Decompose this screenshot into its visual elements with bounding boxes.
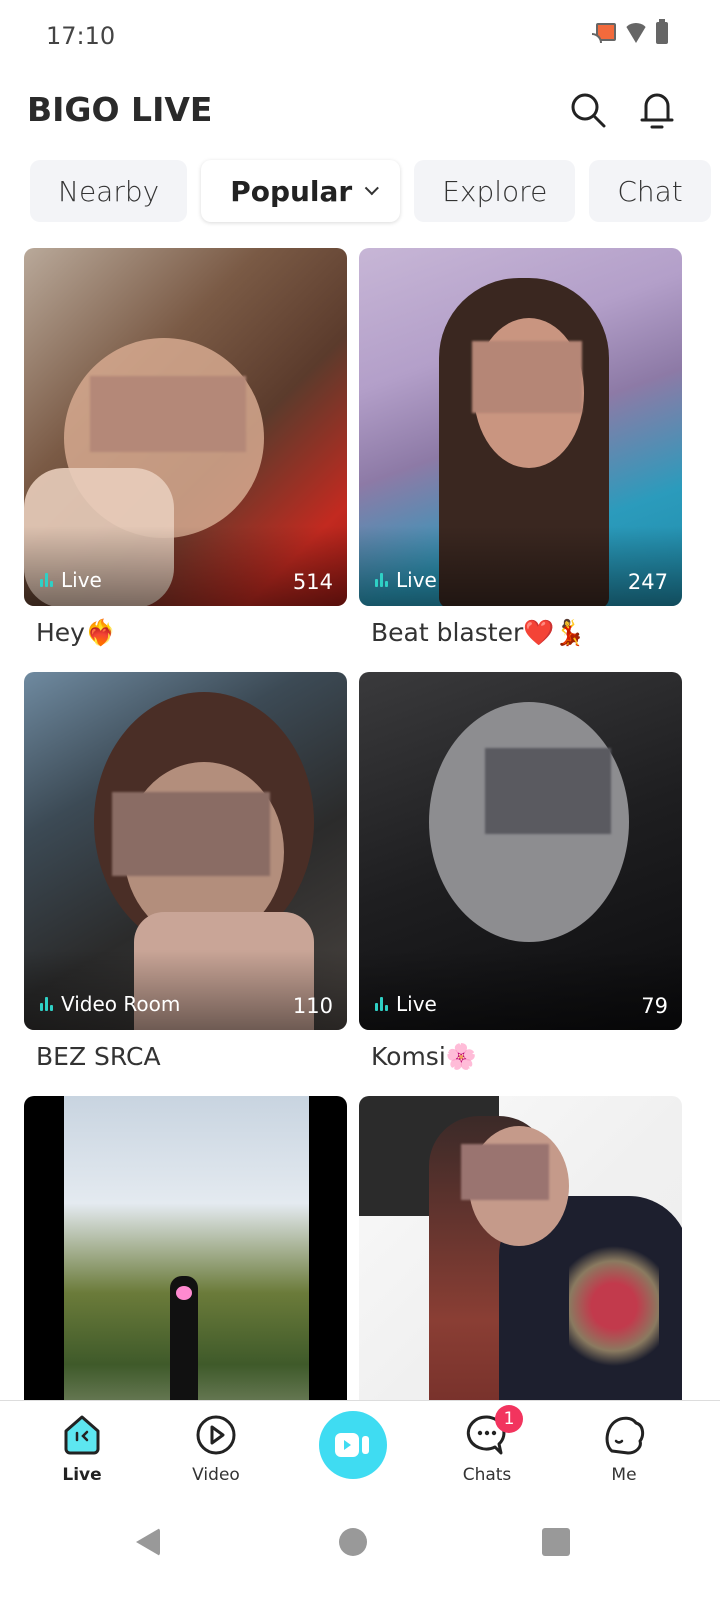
live-bars-icon (40, 573, 53, 587)
live-bars-icon (375, 997, 388, 1011)
play-circle-icon (194, 1413, 238, 1457)
stream-title: BEZ SRCA (36, 1042, 161, 1071)
thumbnail-gradient (24, 950, 347, 1030)
face-blur-box (461, 1144, 549, 1200)
home-icon[interactable] (339, 1528, 367, 1556)
nav-label: Video (192, 1465, 240, 1485)
viewer-count: 247 (627, 570, 668, 594)
stream-card[interactable]: Live 79 Komsi🌸 (359, 672, 682, 1078)
status-bar: 17:10 (0, 0, 720, 70)
search-button[interactable] (568, 88, 608, 132)
live-bars-icon (40, 997, 53, 1011)
battery-icon (656, 19, 668, 44)
stream-type-badge: Video Room (40, 992, 180, 1016)
tab-label: Nearby (58, 174, 160, 208)
stream-title: Beat blaster❤️💃 (371, 618, 586, 647)
tab-label: Chat (617, 174, 683, 208)
nav-live[interactable]: Live (32, 1401, 132, 1491)
nav-video[interactable]: Video (166, 1401, 266, 1491)
face-blur-box (472, 341, 582, 413)
stream-type: Live (396, 568, 437, 592)
tab-label: Popular (230, 174, 353, 208)
status-time: 17:10 (46, 22, 116, 50)
wifi-icon (624, 23, 648, 43)
stream-type-badge: Live (375, 992, 437, 1016)
go-live-camera-icon (335, 1433, 369, 1457)
chat-bubble-icon: 1 (465, 1405, 523, 1457)
category-tabs: Nearby Popular Explore Chat G (30, 160, 720, 222)
stream-card[interactable]: Live 247 Beat blaster❤️💃 (359, 248, 682, 654)
stream-type-badge: Live (40, 568, 102, 592)
tab-chat[interactable]: Chat (589, 160, 711, 222)
viewer-count: 110 (292, 994, 333, 1018)
bell-icon (640, 93, 674, 129)
stream-title: Hey❤️‍🔥 (36, 618, 117, 647)
thumbnail-gradient (359, 526, 682, 606)
stream-thumbnail[interactable]: Live 247 (359, 248, 682, 606)
profile-icon (602, 1413, 646, 1457)
live-bars-icon (375, 573, 388, 587)
thumbnail-gradient (24, 526, 347, 606)
nav-me[interactable]: Me (574, 1401, 674, 1491)
back-icon[interactable] (136, 1528, 160, 1556)
stream-type-badge: Live (375, 568, 437, 592)
nav-chats[interactable]: 1 Chats (437, 1401, 537, 1491)
stream-thumbnail[interactable]: Live 79 (359, 672, 682, 1030)
thumbnail-image-embroidery (569, 1246, 659, 1366)
tab-popular[interactable]: Popular (201, 160, 401, 222)
system-nav-bar (0, 1500, 720, 1600)
face-blur-box (90, 376, 246, 452)
stream-type: Video Room (61, 992, 181, 1016)
face-blur-box (485, 748, 611, 834)
stream-type: Live (396, 992, 437, 1016)
nav-label: Me (611, 1465, 637, 1485)
stream-type: Live (61, 568, 102, 592)
unread-badge: 1 (495, 1405, 523, 1433)
notifications-button[interactable] (637, 88, 677, 132)
go-live-button[interactable] (319, 1411, 387, 1479)
stream-thumbnail[interactable]: Video Room 110 (24, 672, 347, 1030)
nav-label: Live (62, 1465, 102, 1485)
face-blur-box (112, 792, 270, 876)
tab-nearby[interactable]: Nearby (30, 160, 188, 222)
live-home-icon (60, 1413, 104, 1457)
stream-card[interactable]: Live 514 Hey❤️‍🔥 (24, 248, 347, 654)
stream-thumbnail[interactable]: Live 514 (24, 248, 347, 606)
status-icons (592, 19, 668, 44)
thumbnail-gradient (359, 950, 682, 1030)
stream-card[interactable]: Video Room 110 BEZ SRCA (24, 672, 347, 1078)
stream-title: Komsi🌸 (371, 1042, 477, 1071)
cast-icon (592, 23, 616, 43)
nav-label: Chats (462, 1465, 512, 1485)
sticker-blur (176, 1286, 192, 1300)
search-icon (571, 93, 606, 128)
app-header: BIGO LIVE (0, 84, 720, 134)
chevron-down-icon (364, 181, 380, 196)
tab-explore[interactable]: Explore (414, 160, 576, 222)
viewer-count: 79 (641, 994, 668, 1018)
viewer-count: 514 (292, 570, 333, 594)
recents-icon[interactable] (542, 1528, 570, 1556)
bottom-nav: Live Video 1 Chats Me (0, 1400, 720, 1500)
tab-label: Explore (442, 174, 548, 208)
app-logo: BIGO LIVE (27, 90, 213, 129)
